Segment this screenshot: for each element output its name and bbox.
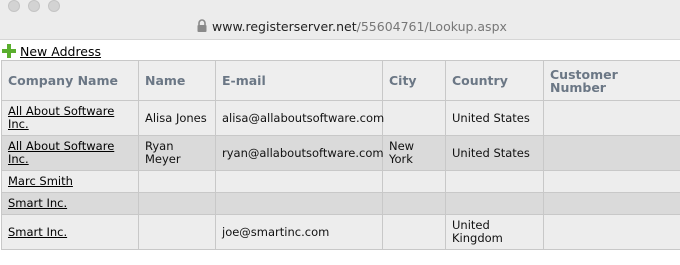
cell-country: United States <box>445 135 544 171</box>
cell-email: alisa@allaboutsoftware.com <box>215 100 384 136</box>
minimize-window-button[interactable] <box>28 0 40 12</box>
column-header-customer-number[interactable]: Customer Number <box>543 60 680 101</box>
cell-email: ryan@allaboutsoftware.com <box>215 135 384 171</box>
cell-company: Smart Inc. <box>1 214 139 250</box>
cell-city <box>382 214 446 250</box>
table-header-row: Company Name Name E-mail City Country Cu… <box>1 60 680 101</box>
window-titlebar <box>0 0 680 14</box>
column-header-country[interactable]: Country <box>445 60 544 101</box>
company-link[interactable]: All About Software Inc. <box>8 104 114 131</box>
cell-city <box>382 192 446 215</box>
new-address-button[interactable]: New Address <box>2 43 101 59</box>
table-row: Smart Inc. joe@smartinc.com United Kingd… <box>1 214 680 250</box>
new-address-label: New Address <box>20 43 102 59</box>
cell-name: Ryan Meyer <box>138 135 216 171</box>
close-window-button[interactable] <box>8 0 20 12</box>
cell-name <box>138 192 216 215</box>
table-row: All About Software Inc. Alisa Jones alis… <box>1 100 680 136</box>
cell-customer-number <box>543 192 680 215</box>
company-link[interactable]: Marc Smith <box>8 174 73 188</box>
plus-icon <box>2 44 16 58</box>
cell-city <box>382 100 446 136</box>
cell-city <box>382 170 446 193</box>
cell-country <box>445 170 544 193</box>
column-header-city[interactable]: City <box>382 60 446 101</box>
cell-country <box>445 192 544 215</box>
url-display[interactable]: www.registerserver.net/55604761/Lookup.a… <box>196 19 507 35</box>
table-row: All About Software Inc. Ryan Meyer ryan@… <box>1 135 680 171</box>
company-link[interactable]: All About Software Inc. <box>8 139 114 166</box>
table-row: Marc Smith <box>1 170 680 193</box>
url-path: /55604761/Lookup.aspx <box>356 19 507 34</box>
column-header-company[interactable]: Company Name <box>1 60 139 101</box>
cell-company: Marc Smith <box>1 170 139 193</box>
cell-customer-number <box>543 100 680 136</box>
column-header-name[interactable]: Name <box>138 60 216 101</box>
table-row: Smart Inc. <box>1 192 680 215</box>
cell-name: Alisa Jones <box>138 100 216 136</box>
address-table: Company Name Name E-mail City Country Cu… <box>1 60 680 250</box>
cell-country: United Kingdom <box>445 214 544 250</box>
column-header-email[interactable]: E-mail <box>215 60 383 101</box>
cell-customer-number <box>543 214 680 250</box>
cell-customer-number <box>543 170 680 193</box>
lock-icon <box>197 19 207 32</box>
cell-company: Smart Inc. <box>1 192 139 215</box>
cell-company: All About Software Inc. <box>1 135 139 171</box>
company-link[interactable]: Smart Inc. <box>8 225 67 239</box>
cell-email <box>215 170 383 193</box>
cell-email: joe@smartinc.com <box>215 214 383 250</box>
address-bar[interactable]: www.registerserver.net/55604761/Lookup.a… <box>0 14 680 40</box>
cell-city: New York <box>382 135 446 171</box>
company-link[interactable]: Smart Inc. <box>8 196 67 210</box>
cell-name <box>138 170 216 193</box>
cell-customer-number <box>543 135 680 171</box>
cell-name <box>138 214 216 250</box>
zoom-window-button[interactable] <box>48 0 60 12</box>
url-host: www.registerserver.net <box>212 19 357 34</box>
cell-email <box>215 192 383 215</box>
cell-country: United States <box>445 100 544 136</box>
cell-company: All About Software Inc. <box>1 100 139 136</box>
